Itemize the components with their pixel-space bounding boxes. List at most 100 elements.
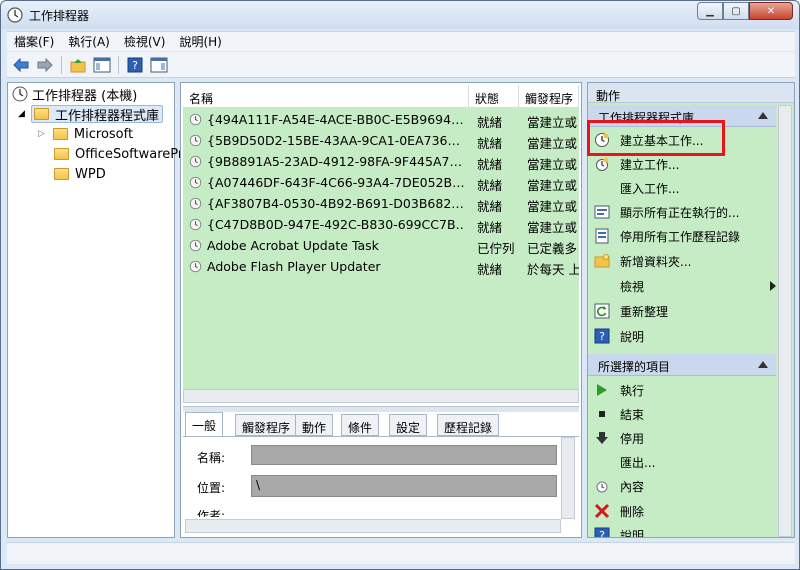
action-run[interactable]: 執行: [594, 379, 776, 401]
action-export[interactable]: 匯出...: [594, 451, 776, 473]
action-create-task[interactable]: 建立工作...: [594, 153, 776, 175]
action-label: 停用所有工作歷程記錄: [620, 229, 741, 244]
tree-item-library[interactable]: 工作排程器程式庫: [31, 105, 163, 124]
table-row[interactable]: {9B8891A5-23AD-4912-98FA-9F445A7… 就緒 當建立或: [183, 151, 579, 172]
action-label: 說明: [620, 528, 645, 538]
forward-arrow-icon: [37, 57, 53, 72]
actions-vertical-scrollbar[interactable]: [778, 105, 792, 537]
folder-icon: [54, 148, 69, 160]
tree-item-microsoft[interactable]: ▷ Microsoft: [38, 125, 133, 143]
tab-actions[interactable]: 動作: [295, 414, 334, 436]
pane-splitter[interactable]: [183, 406, 579, 412]
submenu-arrow-icon: [770, 281, 776, 291]
action-stop[interactable]: 結束: [594, 403, 776, 425]
menu-help[interactable]: 說明(H): [172, 33, 228, 50]
action-label: 檢視: [620, 279, 645, 294]
action-label: 重新整理: [620, 304, 669, 319]
menu-action[interactable]: 執行(A): [61, 33, 117, 50]
menu-view[interactable]: 檢視(V): [117, 33, 173, 50]
tree-item-officesoftwareprotection[interactable]: OfficeSoftwarePr: [54, 145, 183, 163]
help-icon: ?: [594, 328, 610, 344]
action-label: 說明: [620, 329, 645, 344]
detail-vertical-scrollbar[interactable]: [561, 437, 575, 519]
section-selected-item[interactable]: 所選擇的項目: [588, 354, 776, 376]
show-tree-button[interactable]: [92, 55, 112, 75]
tab-triggers[interactable]: 觸發程序: [235, 414, 298, 436]
window-title: 工作排程器: [29, 9, 90, 23]
table-row[interactable]: {A07446DF-643F-4C66-93A4-7DE052B… 就緒 當建立或: [183, 172, 579, 193]
clock-icon: [12, 86, 28, 102]
table-row[interactable]: Adobe Acrobat Update Task 已佇列 已定義多: [183, 235, 579, 256]
minimize-button[interactable]: ▁: [697, 2, 723, 20]
tab-settings[interactable]: 設定: [389, 414, 428, 436]
expanded-arrow-icon: ◢: [18, 109, 25, 119]
tab-general[interactable]: 一般: [185, 412, 224, 436]
app-window: 工作排程器 ▁ ▢ ✕ 檔案(F) 執行(A) 檢視(V) 說明(H) ? 工作…: [0, 0, 800, 570]
table-row[interactable]: {C47D8B0D-947E-492C-B830-699CC7B… 就緒 當建立或: [183, 214, 579, 235]
clock-icon: [7, 7, 23, 23]
tree-root[interactable]: 工作排程器 (本機): [12, 85, 137, 104]
action-help[interactable]: ? 說明: [594, 325, 776, 347]
action-import[interactable]: 匯入工作...: [594, 177, 776, 199]
create-task-icon: [594, 156, 610, 172]
forward-button[interactable]: [35, 55, 55, 75]
column-header-name[interactable]: 名稱: [183, 85, 469, 107]
show-action-pane-button[interactable]: [149, 55, 169, 75]
menu-file[interactable]: 檔案(F): [7, 33, 61, 50]
folder-up-icon: [70, 58, 86, 72]
task-trigger: 當建立或: [527, 136, 578, 151]
collapsed-arrow-icon: ▷: [38, 129, 45, 139]
up-folder-button[interactable]: [68, 55, 88, 75]
action-refresh[interactable]: 重新整理: [594, 300, 776, 322]
close-button[interactable]: ✕: [749, 2, 793, 20]
table-row[interactable]: Adobe Flash Player Updater 就緒 於每天 上: [183, 256, 579, 277]
detail-panel: 名稱: 位置: \ 作者:: [183, 436, 579, 537]
action-pane-icon: [150, 57, 168, 72]
view-icon: [594, 278, 610, 294]
table-row[interactable]: {494A111F-A54E-4ACE-BB0C-E5B9694… 就緒 當建立或: [183, 109, 579, 130]
task-status: 就緒: [477, 115, 503, 130]
task-list: 名稱 狀態 觸發程序 {494A111F-A54E-4ACE-BB0C-E5B9…: [183, 85, 579, 389]
delete-icon: [594, 503, 610, 519]
action-disable[interactable]: 停用: [594, 427, 776, 449]
task-status: 就緒: [477, 178, 503, 193]
table-row[interactable]: {5B9D50D2-15BE-43AA-9CA1-0EA736… 就緒 當建立或: [183, 130, 579, 151]
action-label: 停用: [620, 431, 645, 446]
task-trigger: 當建立或: [527, 115, 578, 130]
action-history[interactable]: 停用所有工作歷程記錄: [594, 225, 776, 247]
folder-icon: [52, 128, 68, 140]
action-properties[interactable]: 內容: [594, 475, 776, 497]
name-field: [251, 445, 557, 465]
detail-horizontal-scrollbar[interactable]: [185, 519, 561, 533]
task-name: Adobe Flash Player Updater: [207, 259, 381, 274]
maximize-button[interactable]: ▢: [723, 2, 749, 20]
action-label: 匯入工作...: [620, 181, 680, 196]
help-icon: ?: [594, 527, 610, 537]
action-delete[interactable]: 刪除: [594, 500, 776, 522]
column-header-triggers[interactable]: 觸發程序: [519, 85, 579, 107]
tree-expand-library[interactable]: ◢: [18, 105, 31, 123]
toolbar-separator: [61, 55, 62, 74]
task-status: 就緒: [477, 157, 503, 172]
back-button[interactable]: [11, 55, 31, 75]
horizontal-scrollbar[interactable]: [183, 389, 579, 403]
new-folder-icon: [594, 253, 610, 269]
table-row[interactable]: {AF3807B4-0530-4B92-B691-D03B682… 就緒 當建立或: [183, 193, 579, 214]
tab-history[interactable]: 歷程記錄: [437, 414, 500, 436]
folder-clock-icon: [34, 108, 49, 120]
tree-item-wpd[interactable]: WPD: [54, 165, 106, 183]
action-running-tasks[interactable]: 顯示所有正在執行的...: [594, 201, 776, 223]
location-value: \: [256, 478, 261, 492]
task-trigger: 當建立或: [527, 220, 578, 235]
tab-conditions[interactable]: 條件: [341, 414, 380, 436]
refresh-icon: [594, 303, 610, 319]
help-icon: ?: [127, 57, 143, 72]
action-view[interactable]: 檢視: [594, 275, 776, 297]
svg-text:?: ?: [599, 330, 605, 343]
run-icon: [594, 382, 610, 398]
help-button[interactable]: ?: [125, 55, 145, 75]
action-help[interactable]: ? 說明: [594, 524, 776, 538]
action-new-folder[interactable]: 新增資料夾...: [594, 250, 776, 272]
column-header-status[interactable]: 狀態: [469, 85, 519, 107]
task-trigger: 已定義多: [527, 241, 578, 256]
